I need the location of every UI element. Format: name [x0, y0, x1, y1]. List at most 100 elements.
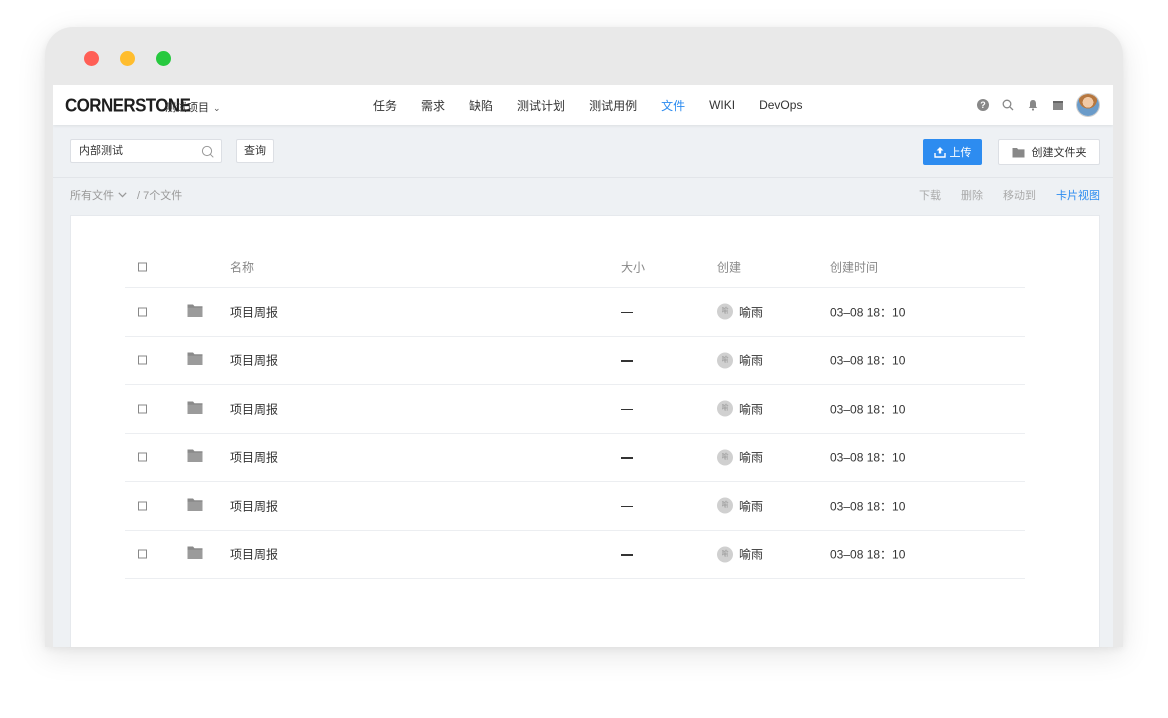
- upload-icon: [933, 146, 946, 158]
- created-time: 03–08 18：10: [830, 499, 906, 514]
- creator-avatar: 喻: [717, 497, 733, 514]
- creator-name: 喻雨: [739, 305, 764, 320]
- folder-icon: [187, 449, 203, 466]
- toolbar-divider: [53, 177, 1113, 178]
- header-actions: ?: [965, 85, 1099, 125]
- header-time[interactable]: 创建时间: [830, 258, 878, 275]
- file-table: 名称 大小 创建 创建时间 项目周报 喻喻雨 03–08 18：10 项目周报 …: [125, 246, 1025, 579]
- creator: 喻喻雨: [717, 449, 763, 466]
- row-checkbox[interactable]: [138, 404, 147, 414]
- breadcrumb-all-files[interactable]: 所有文件: [70, 187, 137, 203]
- created-time: 03–08 18：10: [830, 353, 906, 368]
- breadcrumb: 所有文件 / 7个文件: [70, 187, 182, 203]
- folder-icon: [187, 497, 203, 514]
- creator-name: 喻雨: [739, 547, 764, 562]
- creator: 喻喻雨: [717, 400, 763, 417]
- table-row[interactable]: 项目周报 喻喻雨 03–08 18：10: [125, 434, 1025, 482]
- delete-button[interactable]: 删除: [961, 187, 983, 203]
- app-content: CORNERSTONE 测试项目 ⌄ 任务 需求 缺陷 测试计划 测试用例 文件 …: [53, 85, 1113, 647]
- table-row[interactable]: 项目周报 喻喻雨 03–08 18：10: [125, 385, 1025, 434]
- creator-avatar: 喻: [717, 352, 733, 369]
- creator-avatar: 喻: [717, 449, 733, 466]
- file-list-panel: 名称 大小 创建 创建时间 项目周报 喻喻雨 03–08 18：10 项目周报 …: [70, 215, 1100, 647]
- creator-name: 喻雨: [739, 499, 764, 514]
- table-row[interactable]: 项目周报 喻喻雨 03–08 18：10: [125, 531, 1025, 579]
- created-time: 03–08 18：10: [830, 450, 906, 465]
- row-checkbox[interactable]: [138, 452, 147, 462]
- create-folder-button[interactable]: 创建文件夹: [998, 139, 1100, 165]
- folder-icon: [187, 352, 203, 369]
- file-size-empty: [621, 353, 633, 367]
- folder-icon: [187, 546, 203, 563]
- window-close-button[interactable]: [84, 51, 99, 66]
- file-name[interactable]: 项目周报: [230, 546, 278, 563]
- file-name[interactable]: 项目周报: [230, 303, 278, 320]
- upload-button[interactable]: 上传: [923, 139, 982, 165]
- creator-name: 喻雨: [739, 402, 764, 417]
- help-icon[interactable]: ?: [976, 98, 990, 112]
- file-count: / 7个文件: [137, 190, 183, 202]
- table-header: 名称 大小 创建 创建时间: [125, 246, 1025, 288]
- creator: 喻喻雨: [717, 546, 763, 563]
- file-name[interactable]: 项目周报: [230, 497, 278, 514]
- breadcrumb-label: 所有文件: [70, 190, 114, 202]
- creator: 喻喻雨: [717, 497, 763, 514]
- file-size-empty: [621, 450, 633, 464]
- creator: 喻喻雨: [717, 303, 763, 320]
- file-name[interactable]: 项目周报: [230, 449, 278, 466]
- bell-icon[interactable]: [1026, 98, 1040, 112]
- header-name[interactable]: 名称: [230, 258, 254, 275]
- header-creator[interactable]: 创建: [717, 258, 741, 275]
- header-size[interactable]: 大小: [621, 258, 645, 275]
- file-actions: 下载 删除 移动到 卡片视图: [899, 187, 1100, 203]
- nav-item-devops[interactable]: DevOps: [759, 98, 802, 112]
- file-name[interactable]: 项目周报: [230, 400, 278, 417]
- file-size-empty: [621, 402, 633, 416]
- search-input[interactable]: [79, 144, 194, 156]
- nav-item-defects[interactable]: 缺陷: [469, 97, 493, 114]
- nav-item-wiki[interactable]: WIKI: [709, 98, 735, 112]
- select-all-checkbox[interactable]: [138, 262, 147, 271]
- nav-item-requirements[interactable]: 需求: [421, 97, 445, 114]
- row-checkbox[interactable]: [138, 355, 147, 365]
- table-row[interactable]: 项目周报 喻喻雨 03–08 18：10: [125, 337, 1025, 385]
- calendar-icon[interactable]: [1051, 98, 1065, 112]
- upload-label: 上传: [949, 147, 972, 159]
- folder-icon: [187, 400, 203, 417]
- window-maximize-button[interactable]: [156, 51, 171, 66]
- creator-name: 喻雨: [739, 450, 764, 465]
- user-avatar[interactable]: [1077, 94, 1099, 116]
- search-icon[interactable]: [1001, 98, 1015, 112]
- nav-item-test-cases[interactable]: 测试用例: [589, 97, 637, 114]
- card-view-toggle[interactable]: 卡片视图: [1056, 187, 1100, 203]
- query-button[interactable]: 查询: [236, 139, 274, 163]
- nav-item-files[interactable]: 文件: [661, 97, 685, 114]
- chevron-down-icon: ⌄: [213, 103, 221, 113]
- download-button[interactable]: 下载: [919, 187, 941, 203]
- folder-icon: [1012, 147, 1024, 157]
- create-folder-label: 创建文件夹: [1031, 147, 1087, 159]
- creator: 喻喻雨: [717, 352, 763, 369]
- window-minimize-button[interactable]: [120, 51, 135, 66]
- creator-avatar: 喻: [717, 400, 733, 417]
- table-row[interactable]: 项目周报 喻喻雨 03–08 18：10: [125, 482, 1025, 531]
- created-time: 03–08 18：10: [830, 305, 906, 320]
- row-checkbox[interactable]: [138, 549, 147, 559]
- search-icon[interactable]: [201, 145, 214, 163]
- creator-avatar: 喻: [717, 303, 733, 320]
- nav-item-test-plan[interactable]: 测试计划: [517, 97, 565, 114]
- nav-item-tasks[interactable]: 任务: [373, 97, 397, 114]
- move-to-button[interactable]: 移动到: [1003, 187, 1036, 203]
- search-field[interactable]: [70, 139, 222, 163]
- created-time: 03–08 18：10: [830, 547, 906, 562]
- browser-window: CORNERSTONE 测试项目 ⌄ 任务 需求 缺陷 测试计划 测试用例 文件 …: [45, 27, 1123, 647]
- folder-icon: [187, 303, 203, 320]
- row-checkbox[interactable]: [138, 501, 147, 511]
- project-name: 测试项目: [165, 102, 209, 114]
- chevron-down-icon: [118, 192, 127, 198]
- row-checkbox[interactable]: [138, 307, 147, 317]
- file-name[interactable]: 项目周报: [230, 352, 278, 369]
- project-switcher[interactable]: 测试项目 ⌄: [165, 99, 221, 115]
- creator-name: 喻雨: [739, 353, 764, 368]
- table-row[interactable]: 项目周报 喻喻雨 03–08 18：10: [125, 288, 1025, 337]
